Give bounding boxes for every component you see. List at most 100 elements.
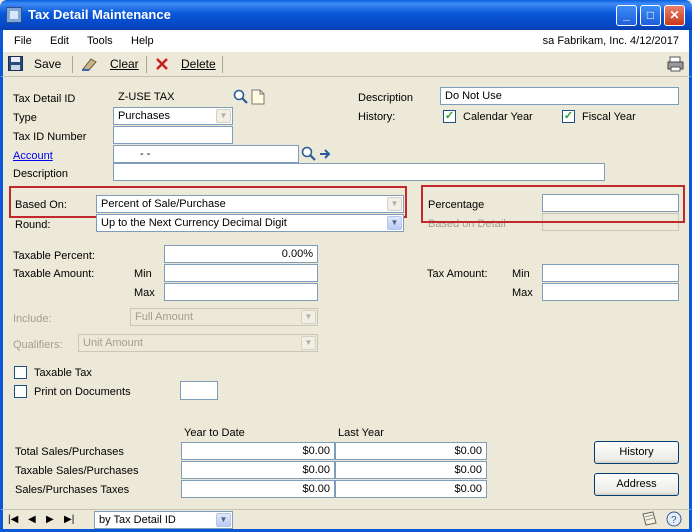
taxable-tax-label: Taxable Tax bbox=[34, 367, 92, 379]
qualifiers-dropdown: Unit Amount ▼ bbox=[78, 334, 318, 352]
window-title: Tax Detail Maintenance bbox=[28, 7, 171, 22]
toolbar: Save Clear Delete bbox=[0, 52, 692, 77]
account-value: - - bbox=[140, 148, 151, 160]
tax-detail-id-field[interactable]: Z-USE TAX bbox=[113, 88, 233, 106]
qualifiers-label: Qualifiers: bbox=[13, 339, 63, 351]
menu-help[interactable]: Help bbox=[131, 35, 154, 47]
include-dropdown: Full Amount ▼ bbox=[130, 308, 318, 326]
clear-button[interactable]: Clear bbox=[110, 57, 139, 71]
calendar-year-label: Calendar Year bbox=[463, 111, 533, 123]
title-bar[interactable]: Tax Detail Maintenance _ □ ✕ bbox=[0, 0, 692, 30]
tax-max-input[interactable] bbox=[542, 283, 679, 301]
right-description-input[interactable]: Do Not Use bbox=[440, 87, 679, 105]
fiscal-year-label: Fiscal Year bbox=[582, 111, 636, 123]
previous-record-icon[interactable]: ◀ bbox=[28, 514, 36, 525]
summary-cell-last-year: $0.00 bbox=[335, 480, 487, 498]
description-label: Description bbox=[13, 168, 69, 180]
note-icon[interactable] bbox=[641, 511, 659, 527]
toolbar-separator bbox=[72, 56, 73, 73]
save-button[interactable]: Save bbox=[34, 57, 61, 71]
type-value: Purchases bbox=[118, 110, 170, 122]
tax-min-label: Min bbox=[512, 268, 530, 280]
include-value: Full Amount bbox=[135, 311, 194, 323]
menu-tools[interactable]: Tools bbox=[87, 35, 113, 47]
calendar-year-checkbox[interactable]: ✓ bbox=[443, 110, 456, 123]
tax-detail-id-label: Tax Detail ID bbox=[13, 93, 76, 105]
taxable-amount-label: Taxable Amount: bbox=[13, 268, 95, 280]
tax-id-number-input[interactable] bbox=[113, 126, 233, 144]
taxable-max-label: Max bbox=[134, 287, 155, 299]
chevron-down-icon: ▼ bbox=[216, 513, 231, 527]
next-record-icon[interactable]: ▶ bbox=[46, 514, 54, 525]
summary-row-label: Sales/Purchases Taxes bbox=[15, 484, 130, 496]
menu-file[interactable]: File bbox=[14, 35, 32, 47]
toolbar-separator bbox=[222, 56, 223, 73]
summary-cell-ytd: $0.00 bbox=[181, 480, 335, 498]
print-on-documents-checkbox[interactable] bbox=[14, 385, 27, 398]
menu-edit[interactable]: Edit bbox=[50, 35, 69, 47]
app-icon bbox=[6, 7, 22, 23]
summary-cell-last-year: $0.00 bbox=[335, 442, 487, 460]
minimize-button[interactable]: _ bbox=[616, 5, 637, 26]
main-panel: Tax Detail ID Z-USE TAX Type Purchases ▼… bbox=[0, 77, 692, 509]
include-label: Include: bbox=[13, 313, 52, 325]
close-button[interactable]: ✕ bbox=[664, 5, 685, 26]
print-icon[interactable] bbox=[667, 56, 684, 72]
round-label: Round: bbox=[15, 219, 51, 231]
toolbar-separator bbox=[146, 56, 147, 73]
address-button[interactable]: Address bbox=[594, 473, 679, 496]
maximize-button[interactable]: □ bbox=[640, 5, 661, 26]
delete-icon[interactable] bbox=[155, 57, 169, 71]
note-icon[interactable] bbox=[251, 89, 265, 105]
type-label: Type bbox=[13, 112, 37, 124]
taxable-tax-checkbox[interactable] bbox=[14, 366, 27, 379]
chevron-down-icon: ▼ bbox=[301, 310, 316, 324]
summary-cell-last-year: $0.00 bbox=[335, 461, 487, 479]
column-header-year-to-date: Year to Date bbox=[184, 427, 245, 439]
column-header-last-year: Last Year bbox=[338, 427, 384, 439]
svg-text:?: ? bbox=[671, 515, 677, 526]
taxable-percent-input[interactable]: 0.00% bbox=[164, 245, 318, 263]
taxable-min-input[interactable] bbox=[164, 264, 318, 282]
clear-icon[interactable] bbox=[81, 56, 99, 71]
expand-arrow-icon[interactable] bbox=[319, 147, 333, 161]
history-button[interactable]: History bbox=[594, 441, 679, 464]
menu-bar: File Edit Tools Help sa Fabrikam, Inc. 4… bbox=[0, 30, 692, 52]
chevron-down-icon: ▼ bbox=[301, 336, 316, 350]
tax-min-input[interactable] bbox=[542, 264, 679, 282]
delete-button[interactable]: Delete bbox=[181, 57, 216, 71]
description-input[interactable] bbox=[113, 163, 605, 181]
type-dropdown[interactable]: Purchases ▼ bbox=[113, 107, 233, 125]
highlight-percentage bbox=[421, 185, 685, 223]
print-documents-input[interactable] bbox=[180, 381, 218, 400]
chevron-down-icon: ▼ bbox=[387, 216, 402, 230]
sort-order-value: by Tax Detail ID bbox=[99, 514, 176, 526]
taxable-percent-label: Taxable Percent: bbox=[13, 250, 95, 262]
summary-cell-ytd: $0.00 bbox=[181, 461, 335, 479]
taxable-max-input[interactable] bbox=[164, 283, 318, 301]
summary-row-label: Taxable Sales/Purchases bbox=[15, 465, 139, 477]
tax-id-number-label: Tax ID Number bbox=[13, 131, 87, 143]
lookup-icon[interactable] bbox=[301, 146, 317, 162]
status-bar: |◀ ◀ ▶ ▶| by Tax Detail ID ▼ ? bbox=[0, 509, 692, 532]
help-icon[interactable]: ? bbox=[666, 511, 682, 527]
tax-max-label: Max bbox=[512, 287, 533, 299]
round-value: Up to the Next Currency Decimal Digit bbox=[101, 217, 287, 229]
qualifiers-value: Unit Amount bbox=[83, 337, 143, 349]
sort-order-dropdown[interactable]: by Tax Detail ID ▼ bbox=[94, 511, 233, 529]
account-link[interactable]: Account bbox=[13, 150, 53, 162]
print-on-documents-label: Print on Documents bbox=[34, 386, 131, 398]
taxable-min-label: Min bbox=[134, 268, 152, 280]
lookup-icon[interactable] bbox=[233, 89, 249, 105]
round-dropdown[interactable]: Up to the Next Currency Decimal Digit ▼ bbox=[96, 214, 404, 232]
chevron-down-icon: ▼ bbox=[216, 109, 231, 123]
last-record-icon[interactable]: ▶| bbox=[64, 514, 74, 525]
summary-row-label: Total Sales/Purchases bbox=[15, 446, 124, 458]
fiscal-year-checkbox[interactable]: ✓ bbox=[562, 110, 575, 123]
tax-amount-label: Tax Amount: bbox=[427, 268, 488, 280]
account-input[interactable]: - - bbox=[113, 145, 299, 163]
history-label: History: bbox=[358, 111, 396, 123]
summary-cell-ytd: $0.00 bbox=[181, 442, 335, 460]
first-record-icon[interactable]: |◀ bbox=[8, 514, 18, 525]
save-icon[interactable] bbox=[8, 56, 23, 71]
